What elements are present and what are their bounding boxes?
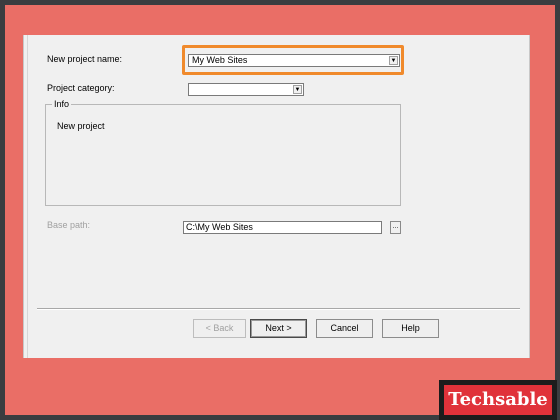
base-path-label: Base path: bbox=[47, 220, 91, 230]
help-button[interactable]: Help bbox=[382, 319, 439, 338]
info-groupbox: Info bbox=[45, 99, 401, 206]
cancel-button[interactable]: Cancel bbox=[316, 319, 373, 338]
next-button[interactable]: Next > bbox=[250, 319, 307, 338]
separator-line bbox=[37, 308, 520, 310]
chevron-down-icon[interactable]: ▼ bbox=[389, 56, 398, 65]
project-name-value: My Web Sites bbox=[192, 55, 248, 65]
chevron-down-icon[interactable]: ▼ bbox=[293, 85, 302, 94]
logo-text: Techsable bbox=[444, 385, 552, 415]
base-path-input[interactable]: C:\My Web Sites bbox=[183, 221, 382, 234]
info-title: Info bbox=[52, 99, 72, 109]
project-name-label: New project name: bbox=[47, 54, 123, 64]
project-category-combobox[interactable]: ▼ bbox=[188, 83, 304, 96]
back-button[interactable]: < Back bbox=[193, 319, 246, 338]
browse-button[interactable]: ... bbox=[390, 221, 401, 234]
info-text: New project bbox=[57, 121, 105, 131]
project-category-label: Project category: bbox=[47, 83, 115, 93]
techsable-logo: Techsable bbox=[439, 380, 557, 420]
project-name-combobox[interactable]: My Web Sites ▼ bbox=[188, 54, 400, 67]
